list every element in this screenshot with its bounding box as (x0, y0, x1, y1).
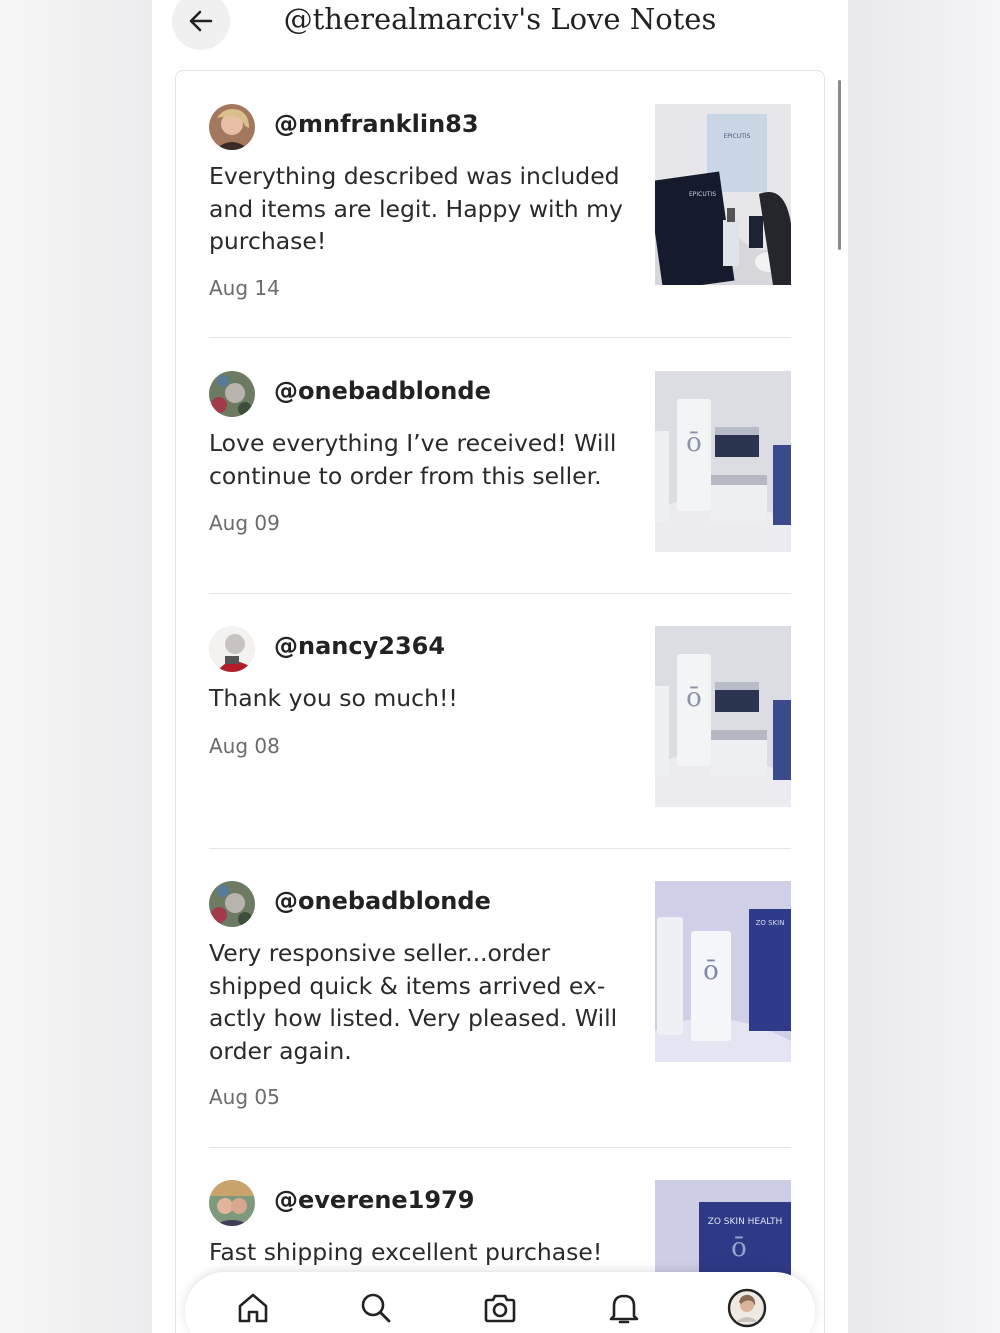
divider (209, 1147, 791, 1148)
nav-camera-button[interactable] (480, 1288, 520, 1328)
note-date: Aug 09 (209, 511, 280, 535)
note-date: Aug 14 (209, 276, 280, 300)
camera-icon (484, 1294, 516, 1323)
product-image[interactable]: ō ZO SKIN (655, 881, 791, 1062)
nav-search-button[interactable] (356, 1288, 396, 1328)
nav-profile-button[interactable] (727, 1288, 767, 1328)
product-image[interactable]: ō (655, 371, 791, 552)
search-icon (361, 1293, 391, 1323)
nav-notifications-button[interactable] (604, 1288, 644, 1328)
note-text: Thank you so much!! (209, 684, 458, 712)
image-label: EPICUTIS (723, 133, 750, 140)
note-date: Aug 05 (209, 1085, 280, 1109)
left-backdrop (0, 0, 152, 1333)
love-notes-list[interactable]: @mnfranklin83 Everything described was i… (175, 70, 825, 1333)
image-label: EPICUTIS (689, 191, 716, 198)
avatar[interactable] (209, 881, 255, 927)
note-text: Very responsive seller...order shipped q… (209, 939, 618, 1065)
note-date: Aug 08 (209, 734, 280, 758)
username[interactable]: @mnfranklin83 (274, 110, 479, 138)
page-title: @therealmarciv's Love Notes (283, 2, 717, 36)
image-label: ZO SKIN (756, 919, 785, 927)
divider (209, 337, 791, 338)
svg-text:ō: ō (703, 956, 719, 986)
username[interactable]: @nancy2364 (274, 632, 445, 660)
note-text: Fast shipping excellent purchase! (209, 1238, 603, 1266)
divider (209, 848, 791, 849)
bell-icon (609, 1294, 639, 1324)
nav-home-button[interactable] (233, 1288, 273, 1328)
divider (209, 593, 791, 594)
avatar[interactable] (209, 371, 255, 417)
list-item[interactable]: @onebadblonde Very responsive seller...o… (209, 881, 791, 1141)
image-label: ZO SKIN HEALTH (708, 1217, 783, 1227)
username[interactable]: @everene1979 (274, 1186, 474, 1214)
svg-text:ō: ō (686, 428, 702, 458)
list-item[interactable]: @nancy2364 Thank you so much!! Aug 08 ō (209, 626, 791, 816)
product-image[interactable]: EPICUTIS EPICUTIS (655, 104, 791, 285)
note-text: Everything described was included and it… (209, 162, 623, 255)
profile-avatar-icon (727, 1288, 767, 1328)
home-icon (238, 1293, 268, 1323)
scrollbar-thumb[interactable] (838, 80, 841, 250)
svg-text:ō: ō (686, 683, 702, 713)
header: @therealmarciv's Love Notes (152, 0, 848, 62)
list-item[interactable]: @onebadblonde Love everything I’ve recei… (209, 371, 791, 561)
app-screen: @therealmarciv's Love Notes @mnfranklin8… (152, 0, 848, 1333)
avatar[interactable] (209, 626, 255, 672)
username[interactable]: @onebadblonde (274, 887, 491, 915)
right-backdrop (848, 0, 1000, 1333)
avatar[interactable] (209, 104, 255, 150)
username[interactable]: @onebadblonde (274, 377, 491, 405)
svg-text:ō: ō (731, 1233, 747, 1263)
note-text: Love everything I’ve received! Will cont… (209, 429, 617, 490)
avatar[interactable] (209, 1180, 255, 1226)
product-image[interactable]: ō (655, 626, 791, 807)
bottom-navigation (185, 1272, 815, 1333)
list-item[interactable]: @mnfranklin83 Everything described was i… (209, 104, 791, 338)
